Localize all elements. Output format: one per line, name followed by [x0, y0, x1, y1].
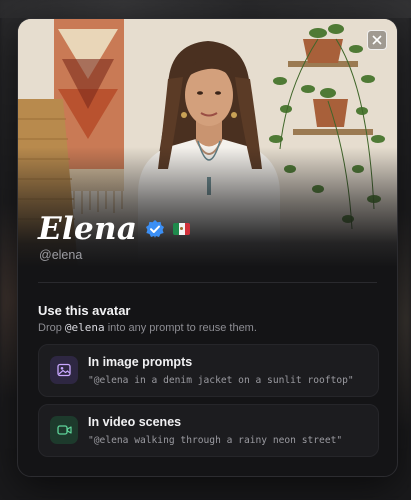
profile-handle: @elena: [39, 248, 83, 262]
usage-subtitle-prefix: Drop: [38, 322, 62, 334]
mexico-flag-icon: [173, 223, 191, 235]
handle-token: @elena: [64, 321, 105, 334]
avatar-modal: Elena @elena Use this avatar Drop @elena…: [17, 18, 398, 477]
video-camera-icon: [50, 416, 78, 444]
verified-badge-icon: [146, 220, 165, 238]
usage-title: Use this avatar: [38, 303, 131, 318]
video-scenes-title: In video scenes: [88, 415, 182, 429]
image-prompts-title: In image prompts: [88, 355, 193, 369]
close-button[interactable]: [367, 30, 387, 50]
video-scenes-card[interactable]: In video scenes "@elena walking through …: [38, 404, 379, 457]
close-icon: [372, 35, 382, 45]
profile-name-row: Elena: [38, 211, 191, 247]
image-prompts-example: "@elena in a denim jacket on a sunlit ro…: [88, 375, 354, 386]
usage-subtitle: Drop @elena into any prompt to reuse the…: [38, 321, 257, 334]
image-prompts-card[interactable]: In image prompts "@elena in a denim jack…: [38, 344, 379, 397]
usage-subtitle-suffix: into any prompt to reuse them.: [107, 322, 257, 334]
image-icon: [50, 356, 78, 384]
background-strip: [0, 0, 411, 18]
profile-name: Elena: [38, 211, 138, 247]
video-scenes-example: "@elena walking through a rainy neon str…: [88, 435, 343, 446]
section-divider: [38, 282, 377, 283]
